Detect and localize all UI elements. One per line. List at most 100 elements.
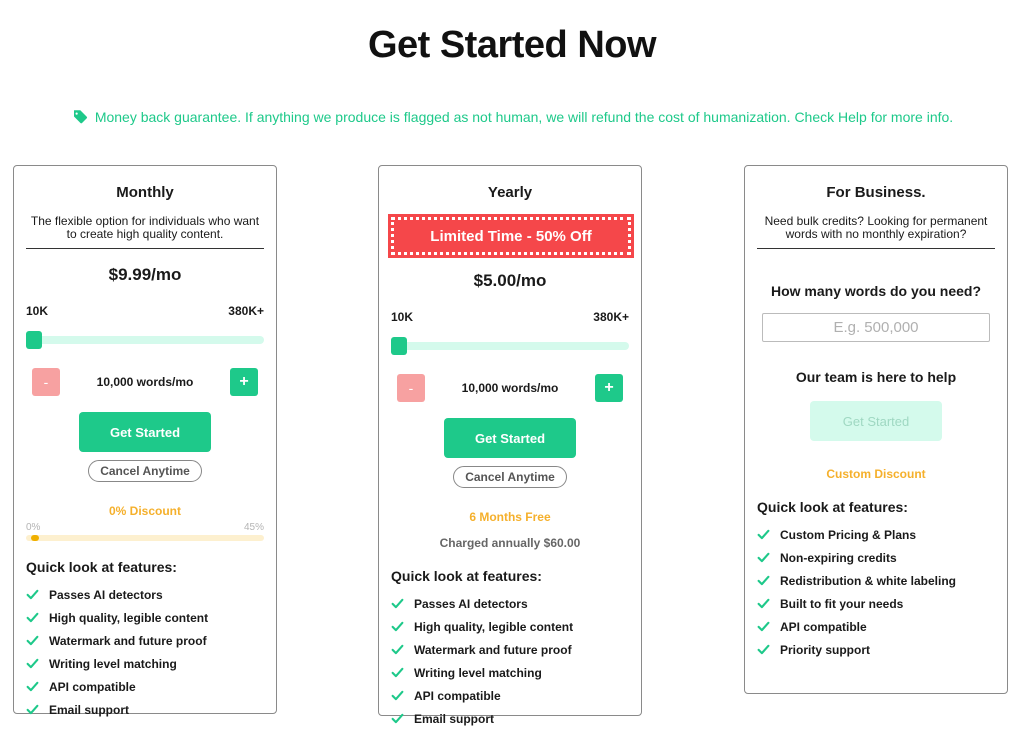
plan-price: $9.99/mo [108, 265, 182, 284]
feature-text: Custom Pricing & Plans [780, 527, 917, 542]
check-icon [26, 612, 39, 623]
limited-time-banner: Limited Time - 50% Off [388, 214, 634, 258]
features-title: Quick look at features: [26, 559, 177, 575]
discount-max: 45% [243, 522, 264, 533]
guarantee-text: Money back guarantee. If anything we pro… [94, 109, 954, 125]
get-started-button[interactable]: Get Started [810, 401, 942, 441]
decrease-button[interactable]: - [32, 368, 60, 396]
get-started-button[interactable]: Get Started [444, 418, 576, 458]
check-icon [391, 598, 404, 609]
words-slider[interactable] [26, 331, 264, 349]
feature-item: Priority support [757, 638, 995, 661]
feature-item: Email support [391, 707, 629, 730]
plan-title: Monthly [116, 184, 174, 201]
words-slider[interactable] [391, 337, 629, 355]
check-icon [26, 658, 39, 669]
feature-item: Watermark and future proof [26, 629, 264, 652]
feature-item: Custom Pricing & Plans [757, 523, 995, 546]
feature-item: Email support [26, 698, 264, 721]
feature-text: Watermark and future proof [49, 633, 207, 648]
plan-description: Need bulk credits? Looking for permanent… [757, 215, 995, 249]
guarantee-banner: Money back guarantee. If anything we pro… [0, 108, 1024, 126]
check-icon [26, 589, 39, 600]
check-icon [757, 552, 770, 563]
discount-label: 0% Discount [108, 504, 181, 518]
feature-item: Redistribution & white labeling [757, 569, 995, 592]
feature-text: API compatible [49, 679, 136, 694]
increase-button[interactable]: + [595, 374, 623, 402]
words-needed-input[interactable] [762, 313, 990, 342]
check-icon [757, 644, 770, 655]
tag-icon [73, 110, 87, 124]
words-stepper: - 10,000 words/mo + [26, 368, 264, 396]
charged-annually: Charged annually $60.00 [439, 536, 581, 550]
cancel-anytime-badge: Cancel Anytime [88, 460, 202, 482]
decrease-button[interactable]: - [397, 374, 425, 402]
plan-card-yearly: Yearly Limited Time - 50% Off $5.00/mo 1… [378, 165, 642, 726]
feature-item: High quality, legible content [391, 615, 629, 638]
words-stepper: - 10,000 words/mo + [391, 374, 629, 402]
plan-title: For Business. [826, 184, 926, 201]
features-title: Quick look at features: [391, 568, 542, 584]
feature-text: High quality, legible content [49, 610, 209, 625]
feature-text: Writing level matching [414, 665, 542, 680]
feature-text: API compatible [414, 688, 501, 703]
words-label: 10,000 words/mo [461, 381, 559, 395]
features-list: Custom Pricing & Plans Non-expiring credi… [757, 523, 995, 661]
discount-progress-bar [26, 535, 264, 541]
discount-label: 6 Months Free [469, 510, 551, 524]
word-range: 10K 380K+ [26, 304, 264, 318]
check-icon [26, 681, 39, 692]
get-started-button[interactable]: Get Started [79, 412, 211, 452]
feature-text: Email support [414, 711, 495, 726]
feature-text: Priority support [780, 642, 871, 657]
cancel-anytime-badge: Cancel Anytime [453, 466, 567, 488]
check-icon [391, 644, 404, 655]
feature-item: Non-expiring credits [757, 546, 995, 569]
page-title: Get Started Now [367, 24, 657, 66]
plan-description: The flexible option for individuals who … [26, 215, 264, 249]
feature-text: Watermark and future proof [414, 642, 572, 657]
word-range: 10K 380K+ [391, 310, 629, 324]
check-icon [757, 575, 770, 586]
check-icon [26, 635, 39, 646]
feature-item: Watermark and future proof [391, 638, 629, 661]
slider-thumb[interactable] [391, 337, 407, 355]
features-list: Passes AI detectors High quality, legible… [391, 592, 629, 730]
help-text: Our team is here to help [795, 369, 957, 385]
features-list: Passes AI detectors High quality, legible… [26, 583, 264, 721]
check-icon [391, 621, 404, 632]
feature-text: Passes AI detectors [414, 596, 528, 611]
feature-item: Writing level matching [26, 652, 264, 675]
discount-min: 0% [26, 522, 41, 533]
feature-item: Passes AI detectors [391, 592, 629, 615]
feature-item: High quality, legible content [26, 606, 264, 629]
discount-range: 0% 45% [26, 522, 264, 533]
feature-item: Writing level matching [391, 661, 629, 684]
range-max: 380K+ [593, 310, 629, 324]
feature-text: Passes AI detectors [49, 587, 163, 602]
check-icon [391, 713, 404, 724]
feature-item: API compatible [757, 615, 995, 638]
feature-item: Built to fit your needs [757, 592, 995, 615]
range-max: 380K+ [228, 304, 264, 318]
check-icon [757, 598, 770, 609]
feature-text: High quality, legible content [414, 619, 574, 634]
features-title: Quick look at features: [757, 499, 908, 515]
custom-discount-label: Custom Discount [826, 467, 926, 481]
increase-button[interactable]: + [230, 368, 258, 396]
check-icon [391, 667, 404, 678]
slider-thumb[interactable] [26, 331, 42, 349]
feature-text: Redistribution & white labeling [780, 573, 957, 588]
check-icon [391, 690, 404, 701]
feature-text: API compatible [780, 619, 867, 634]
range-min: 10K [391, 310, 414, 324]
check-icon [757, 529, 770, 540]
feature-text: Non-expiring credits [780, 550, 897, 565]
feature-item: API compatible [26, 675, 264, 698]
range-min: 10K [26, 304, 49, 318]
feature-text: Email support [49, 702, 130, 717]
plan-card-business: For Business. Need bulk credits? Looking… [744, 165, 1008, 694]
feature-text: Built to fit your needs [780, 596, 904, 611]
check-icon [26, 704, 39, 715]
